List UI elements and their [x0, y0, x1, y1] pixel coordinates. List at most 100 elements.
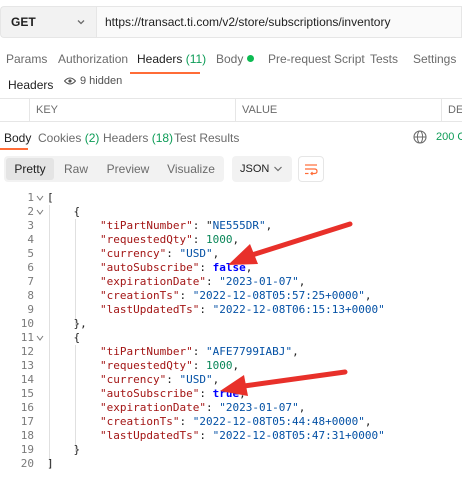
mode-raw-button[interactable]: Raw — [56, 158, 96, 180]
mode-pretty-button[interactable]: Pretty — [6, 158, 54, 180]
json-value: NE555DR — [212, 219, 259, 232]
code-line: 11 { — [0, 331, 462, 345]
url-input[interactable]: https://transact.ti.com/v2/store/subscri… — [96, 6, 462, 38]
line-number: 4 — [27, 233, 34, 246]
tab-headers[interactable]: Headers (11) — [137, 52, 206, 66]
line-number: 5 — [27, 247, 34, 260]
line-number: 6 — [27, 261, 34, 274]
headers-table-header: KEY VALUE DES — [0, 98, 462, 122]
tab-response-headers[interactable]: Headers (18) — [103, 131, 173, 145]
body-indicator-dot — [247, 55, 255, 62]
code-line: 1 [ — [0, 191, 462, 205]
response-format-toolbar: Pretty Raw Preview Visualize JSON — [0, 154, 462, 186]
code-line: 12 "tiPartNumber": "AFE7799IABJ", — [0, 345, 462, 359]
code-line: 9 "lastUpdatedTs": "2022-12-08T06:15:13+… — [0, 303, 462, 317]
code-line: 5 "currency": "USD", — [0, 247, 462, 261]
response-tabs: Body Cookies (2) Headers (18) Test Resul… — [0, 126, 462, 150]
eye-icon — [64, 77, 76, 85]
tab-test-results-label: Test Results — [174, 131, 240, 145]
code-line: 8 "creationTs": "2022-12-08T05:57:25+000… — [0, 289, 462, 303]
method-select[interactable]: GET — [0, 6, 96, 38]
line-number: 16 — [20, 401, 34, 414]
line-number: 15 — [20, 387, 34, 400]
json-value: false — [212, 261, 246, 274]
json-value: 2022-12-08T05:47:31+0000 — [219, 429, 379, 442]
line-number: 8 — [27, 289, 34, 302]
line-number: 7 — [27, 275, 34, 288]
tab-response-body-label: Body — [4, 131, 32, 145]
hidden-headers-label: 9 hidden — [80, 75, 123, 87]
tab-body[interactable]: Body — [216, 52, 255, 66]
json-value: 2022-12-08T05:57:25+0000 — [199, 289, 359, 302]
json-value: 2023-01-07 — [225, 401, 293, 414]
tab-response-headers-label: Headers — [103, 131, 149, 145]
tab-tests-label: Tests — [370, 52, 399, 66]
line-number: 1 — [27, 191, 34, 204]
mode-visualize-button[interactable]: Visualize — [160, 158, 222, 180]
hidden-headers-toggle[interactable]: 9 hidden — [58, 75, 128, 93]
tab-cookies[interactable]: Cookies (2) — [38, 131, 99, 145]
code-line: 20 ] — [0, 457, 462, 471]
globe-icon[interactable] — [412, 129, 428, 145]
tab-authorization-label: Authorization — [58, 52, 129, 66]
code-line: 7 "expirationDate": "2023-01-07", — [0, 275, 462, 289]
json-value: 2023-01-07 — [225, 275, 293, 288]
code-line: 19 } — [0, 443, 462, 457]
kv-value-column: VALUE — [236, 99, 442, 121]
line-number: 11 — [20, 331, 34, 344]
request-tabs: Params Authorization Headers (11) Body P… — [0, 46, 462, 74]
json-value: USD — [186, 247, 206, 260]
tab-pre-request-script[interactable]: Pre-request Script — [268, 52, 365, 66]
request-url-bar: GET https://transact.ti.com/v2/store/sub… — [0, 0, 462, 44]
json-value: 1000 — [205, 359, 233, 372]
fold-toggle-icon[interactable] — [36, 334, 44, 342]
code-line: 15 "autoSubscribe": true, — [0, 387, 462, 401]
code-line: 16 "expirationDate": "2023-01-07", — [0, 401, 462, 415]
line-number: 20 — [20, 457, 34, 470]
kv-description-column: DES — [448, 104, 462, 116]
tab-test-results[interactable]: Test Results — [174, 131, 239, 145]
mode-preview-button[interactable]: Preview — [98, 158, 158, 180]
code-line: 4 "requestedQty": 1000, — [0, 233, 462, 247]
tab-settings-label: Settings — [413, 52, 457, 66]
json-value: 1000 — [205, 233, 233, 246]
line-number: 17 — [20, 415, 34, 428]
tab-headers-count: (11) — [185, 52, 207, 66]
method-label: GET — [11, 15, 36, 29]
line-number: 9 — [27, 303, 34, 316]
kv-checkbox-column — [0, 99, 30, 121]
line-number: 14 — [20, 373, 34, 386]
code-line: 18 "lastUpdatedTs": "2022-12-08T05:47:31… — [0, 429, 462, 443]
tab-params[interactable]: Params — [6, 52, 47, 66]
tab-cookies-count: (2) — [84, 131, 100, 145]
line-number: 2 — [27, 205, 34, 218]
response-status: 200 O — [436, 131, 462, 143]
line-number: 19 — [20, 443, 34, 456]
chevron-down-icon — [274, 166, 282, 172]
tab-settings[interactable]: Settings — [413, 52, 456, 66]
tab-tests[interactable]: Tests — [370, 52, 398, 66]
code-line: 17 "creationTs": "2022-12-08T05:44:48+00… — [0, 415, 462, 429]
line-number: 12 — [20, 345, 34, 358]
fold-toggle-icon[interactable] — [36, 208, 44, 216]
line-number: 13 — [20, 359, 34, 372]
chevron-down-icon — [77, 20, 85, 25]
tab-cookies-label: Cookies — [38, 131, 82, 145]
headers-title: Headers — [8, 78, 54, 92]
line-number: 18 — [20, 429, 34, 442]
tab-pre-request-script-label: Pre-request Script — [268, 52, 365, 66]
json-value: true — [212, 387, 240, 400]
tab-params-label: Params — [6, 52, 48, 66]
tab-response-body[interactable]: Body — [4, 131, 31, 145]
code-line: 6 "autoSubscribe": false, — [0, 261, 462, 275]
language-select-label: JSON — [240, 163, 270, 175]
line-number: 10 — [20, 317, 34, 330]
json-value: AFE7799IABJ — [212, 345, 286, 358]
json-value: 2022-12-08T05:44:48+0000 — [199, 415, 359, 428]
wrap-lines-button[interactable] — [298, 156, 324, 182]
response-body-viewer: 1 [ 2 { 3 "tiPartNumber": "NE555DR", 4 "… — [0, 188, 462, 480]
line-number: 3 — [27, 219, 34, 232]
fold-toggle-icon[interactable] — [36, 194, 44, 202]
language-select[interactable]: JSON — [232, 156, 292, 182]
tab-authorization[interactable]: Authorization — [58, 52, 128, 66]
